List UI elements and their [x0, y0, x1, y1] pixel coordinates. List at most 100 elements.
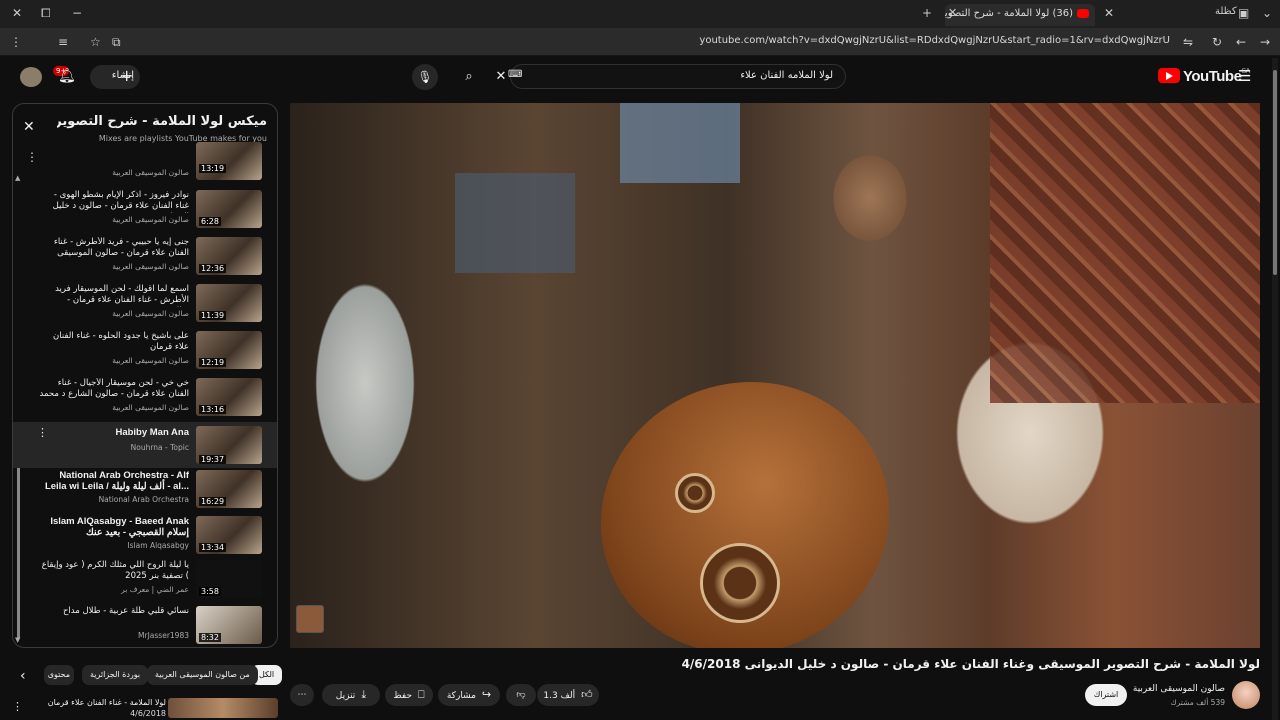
chip-more[interactable]: محتوى — [44, 665, 74, 685]
chip-from-channel[interactable]: من صالون الموسيقى العربية — [147, 665, 258, 685]
install-app-icon[interactable]: ⧉ — [112, 35, 121, 50]
subscribe-button[interactable]: اشتراك — [1085, 684, 1127, 706]
recommended-item[interactable]: ⋮ لولا الملامة - غناء الفنان علاء قرمان … — [0, 698, 280, 720]
more-actions-button[interactable]: ⋯ — [290, 684, 314, 706]
channel-name: صالون الموسيقى العربية — [112, 262, 189, 271]
page-scrollbar-thumb[interactable] — [1273, 70, 1277, 275]
list-item[interactable]: 12:36 جنى إيه يا حبيبي - فريد الأطرش - غ… — [13, 237, 277, 283]
tab-close-icon-2[interactable]: ✕ — [1104, 6, 1114, 20]
share-button[interactable]: مشاركة ↪ — [438, 684, 500, 706]
video-title[interactable]: Habiby Man Ana — [39, 427, 189, 438]
list-item[interactable]: 13:16 خي خي - لحن موسيقار الأجيال - غناء… — [13, 378, 277, 424]
oud-rosette — [700, 543, 780, 623]
window-minimize-icon[interactable]: − — [72, 6, 82, 20]
list-item[interactable]: 13:19 صالون الموسيقى العربية — [13, 142, 277, 180]
video-title[interactable]: National Arab Orchestra - Alf Leila wi L… — [39, 470, 189, 492]
save-button[interactable]: حفظ ⎕ — [385, 684, 433, 706]
tab-close-icon[interactable]: ✕ — [948, 6, 957, 19]
address-bar: ⋮ ≡ ☆ ⧉ youtube.com/watch?v=dxdQwgjNzrU&… — [0, 28, 1280, 76]
video-thumbnail[interactable] — [168, 698, 278, 718]
wall-picture — [620, 103, 740, 183]
search-icon[interactable]: ⌕ — [456, 64, 482, 89]
share-icon: ↪ — [481, 688, 492, 701]
list-item[interactable]: 12:19 على باشيخ يا جدود الحلوه - غناء ال… — [13, 331, 277, 377]
search-value: لولا الملامه الفنان علاء — [740, 70, 833, 81]
list-item-selected[interactable]: ⋮ 19:37 Habiby Man Ana Nouhrna - Topic — [13, 422, 277, 468]
browser-menu-icon[interactable]: ⋮ — [10, 35, 22, 49]
youtube-logo[interactable]: YouTubeSA — [1158, 68, 1250, 85]
video-title[interactable]: خي خي - لحن موسيقار الأجيال - غناء الفنا… — [39, 378, 189, 401]
playlist-title[interactable]: ميكس لولا الملامة - شرح التصوير... — [57, 114, 267, 129]
video-title[interactable]: نوادر فيروز - اذكر الإيام بشطو الهوى - غ… — [39, 190, 189, 213]
tab-search-icon[interactable]: ⌄ — [1262, 6, 1272, 20]
channel-avatar[interactable] — [1232, 681, 1260, 709]
voice-search-icon[interactable]: 🎙︎ — [412, 64, 438, 90]
channel-name: National Arab Orchestra — [98, 495, 189, 504]
video-title[interactable]: على باشيخ يا جدود الحلوه - غناء الفنان ع… — [39, 331, 189, 353]
channel-name[interactable]: صالون الموسيقى العربية — [1133, 684, 1225, 694]
reading-list-icon[interactable]: ≡ — [58, 35, 68, 49]
list-item[interactable]: 11:39 اسمع لما اقولك - لحن الموسيقار فري… — [13, 284, 277, 330]
video-title[interactable]: نسائي قلبي طلة عربية - طلال مداح — [39, 606, 189, 617]
list-item[interactable]: 3:58 يا ليلة الروح اللي مثلك الكرم ( عود… — [13, 560, 277, 606]
bell-icon[interactable]: 🔔︎ — [58, 68, 76, 84]
thumbs-up-icon: 👍︎ — [581, 688, 593, 701]
channel-name: صالون الموسيقى العربية — [112, 356, 189, 365]
duration-badge: 13:19 — [199, 164, 227, 173]
url-field[interactable]: youtube.com/watch?v=dxdQwgjNzrU&list=RDd… — [650, 35, 1170, 46]
youtube-play-icon — [1158, 68, 1180, 83]
forward-icon[interactable]: → — [1260, 35, 1270, 49]
window-maximize-icon[interactable]: ⧠ — [41, 6, 51, 21]
recommended-title[interactable]: لولا الملامة - غناء الفنان علاء قرمان - — [48, 698, 166, 707]
download-icon: ⤓ — [361, 688, 367, 701]
keyboard-icon[interactable]: ⌨ — [508, 69, 522, 80]
list-item[interactable]: 6:28 نوادر فيروز - اذكر الإيام بشطو الهو… — [13, 190, 277, 236]
video-title[interactable]: جنى إيه يا حبيبي - فريد الأطرش - غناء ال… — [39, 237, 189, 259]
wall-rug-decoration — [990, 103, 1260, 403]
profile-icon[interactable]: ▣ — [1238, 6, 1249, 20]
duration-badge: 12:19 — [199, 358, 227, 367]
video-title[interactable]: يا ليلة الروح اللي مثلك الكرم ( عود وإيق… — [39, 560, 189, 582]
tab-youtube[interactable]: (36) لولا الملامة - شرح التصوير — [945, 4, 1095, 26]
list-item[interactable]: 13:34 Islam AlQasabgy - Baeed Anak إسلام… — [13, 516, 277, 562]
playlist-more-icon[interactable]: ⋮ — [26, 150, 38, 164]
download-button[interactable]: تنزيل ⤓ — [322, 684, 380, 706]
subscriber-count: 539 ألف مشترك — [1170, 698, 1225, 707]
list-item[interactable]: 16:29 National Arab Orchestra - Alf Leil… — [13, 470, 277, 516]
playlist-panel: ميكس لولا الملامة - شرح التصوير... Mixes… — [12, 103, 278, 648]
create-button[interactable]: + إنشاء — [90, 65, 140, 89]
video-title[interactable]: Islam AlQasabgy - Baeed Anak إسلام القصب… — [39, 516, 189, 538]
more-actions-icon[interactable]: ⋮ — [12, 700, 23, 713]
close-icon[interactable]: ✕ — [23, 119, 35, 135]
new-tab-icon[interactable]: + — [922, 6, 932, 20]
video-player[interactable] — [290, 103, 1260, 648]
reload-icon[interactable]: ↻ — [1212, 35, 1222, 49]
miniplayer-thumbnail[interactable] — [296, 605, 324, 633]
channel-name: صالون الموسيقى العربية — [112, 215, 189, 224]
like-button[interactable]: 1.3 ألف 👍︎ — [537, 684, 599, 706]
duration-badge: 3:58 — [199, 587, 221, 596]
back-icon[interactable]: ← — [1236, 35, 1246, 49]
channel-name: MrJasser1983 — [138, 631, 189, 640]
like-count: 1.3 ألف — [543, 691, 576, 701]
window-close-icon[interactable]: ✕ — [12, 6, 22, 20]
list-item[interactable]: 8:32 نسائي قلبي طلة عربية - طلال مداح Mr… — [13, 606, 277, 647]
page-scrollbar[interactable] — [1272, 58, 1278, 720]
video-title[interactable]: اسمع لما اقولك - لحن الموسيقار فريد الأط… — [39, 284, 189, 307]
dislike-button[interactable]: 👎︎ — [506, 684, 536, 706]
thumbs-down-icon: 👎︎ — [516, 690, 526, 700]
bookmark-star-icon[interactable]: ☆ — [90, 35, 101, 49]
duration-badge: 12:36 — [199, 264, 227, 273]
site-settings-icon[interactable]: ⇋ — [1183, 35, 1193, 49]
chevron-left-icon[interactable]: ‹ — [20, 668, 26, 684]
search-input[interactable]: لولا الملامه الفنان علاء ⌨ — [508, 64, 846, 89]
hamburger-menu-icon[interactable]: ☰ — [1238, 67, 1251, 85]
duration-badge: 11:39 — [199, 311, 227, 320]
profile-label[interactable]: كظلة — [1215, 6, 1237, 17]
chip-related[interactable]: بوردة الجزائرية — [82, 665, 149, 685]
video-thumbnail[interactable] — [196, 142, 262, 180]
avatar[interactable] — [20, 67, 42, 87]
recommended-date: 4/6/2018 — [130, 709, 166, 718]
video-title: لولا الملامة - شرح التصوير الموسيقى وغنا… — [681, 657, 1260, 671]
bookmark-icon: ⎕ — [418, 688, 425, 701]
